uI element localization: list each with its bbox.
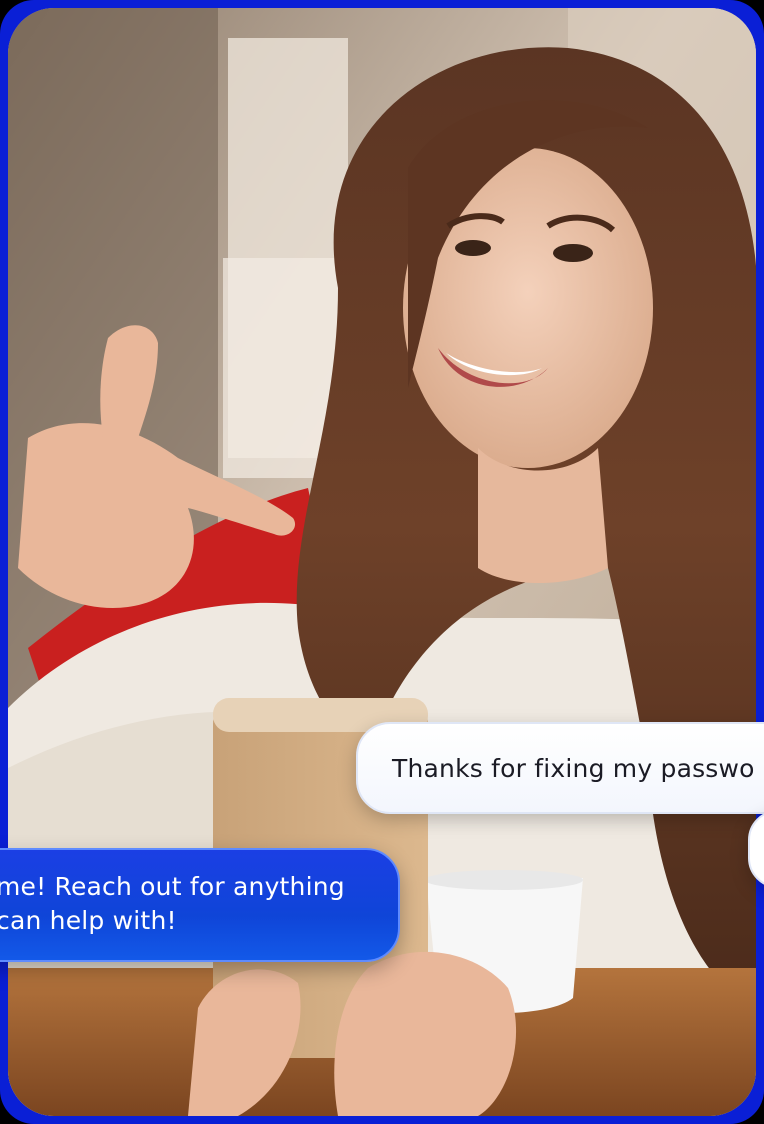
user-message-bubble: Thanks for fixing my passwo — [356, 722, 764, 814]
agent-message-line-2: can help with! — [0, 906, 177, 935]
frame-border: Thanks for fixing my passwo me! Reach ou… — [0, 0, 764, 1124]
agent-message-line-1: me! Reach out for anything — [0, 872, 345, 901]
user-message-text: Thanks for fixing my passwo — [392, 754, 755, 783]
agent-message-bubble: me! Reach out for anything can help with… — [0, 848, 400, 962]
